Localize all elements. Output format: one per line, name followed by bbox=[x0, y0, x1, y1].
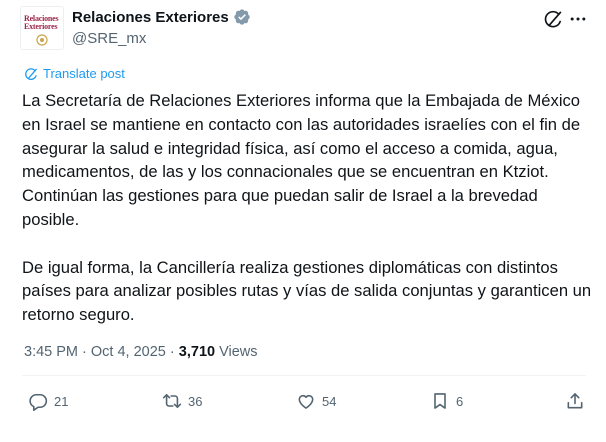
more-icon[interactable] bbox=[568, 9, 588, 29]
views-count: 3,710 bbox=[178, 344, 216, 360]
share-button[interactable] bbox=[565, 391, 591, 411]
translate-icon bbox=[25, 67, 37, 80]
post-paragraph-1: La Secretaría de Relaciones Exteriores i… bbox=[22, 91, 581, 229]
repost-count: 36 bbox=[188, 393, 203, 409]
divider bbox=[22, 375, 586, 376]
avatar-text-line2: Exteriores bbox=[24, 22, 58, 31]
grok-icon[interactable] bbox=[543, 9, 563, 29]
avatar[interactable]: Relaciones Exteriores bbox=[20, 6, 64, 50]
bookmark-icon bbox=[434, 393, 446, 409]
reply-count: 21 bbox=[54, 393, 69, 409]
post-time[interactable]: 3:45 PM bbox=[24, 344, 78, 360]
like-button[interactable]: 54 bbox=[296, 391, 336, 411]
post-paragraph-2: De igual forma, la Cancillería realiza g… bbox=[22, 257, 592, 325]
reply-icon bbox=[29, 393, 48, 411]
post-text: La Secretaría de Relaciones Exteriores i… bbox=[22, 89, 592, 327]
post-date[interactable]: Oct 4, 2025 bbox=[91, 344, 166, 360]
bookmark-count: 6 bbox=[456, 393, 464, 409]
tweet: Relaciones Exteriores Relaciones Exterio… bbox=[0, 0, 606, 442]
repost-icon bbox=[162, 393, 182, 409]
meta-separator: · bbox=[82, 344, 87, 360]
views-label: Views bbox=[219, 344, 258, 360]
meta-separator-2: · bbox=[169, 344, 175, 360]
display-name[interactable]: Relaciones Exteriores bbox=[72, 9, 229, 26]
bookmark-button[interactable]: 6 bbox=[430, 391, 463, 411]
verified-badge-icon bbox=[233, 8, 251, 26]
share-icon bbox=[567, 393, 583, 409]
like-count: 54 bbox=[322, 393, 337, 409]
translate-post-link[interactable]: Translate post bbox=[24, 66, 125, 81]
repost-button[interactable]: 36 bbox=[162, 391, 202, 411]
like-icon bbox=[298, 395, 314, 409]
reply-button[interactable]: 21 bbox=[28, 391, 68, 411]
post-meta: 3:45 PM · Oct 4, 2025 · 3,710 Views bbox=[24, 344, 258, 360]
seal-icon bbox=[36, 34, 48, 46]
name-row: Relaciones Exteriores bbox=[72, 8, 251, 26]
translate-post-label: Translate post bbox=[43, 66, 125, 81]
account-handle[interactable]: @SRE_mx bbox=[72, 30, 146, 47]
